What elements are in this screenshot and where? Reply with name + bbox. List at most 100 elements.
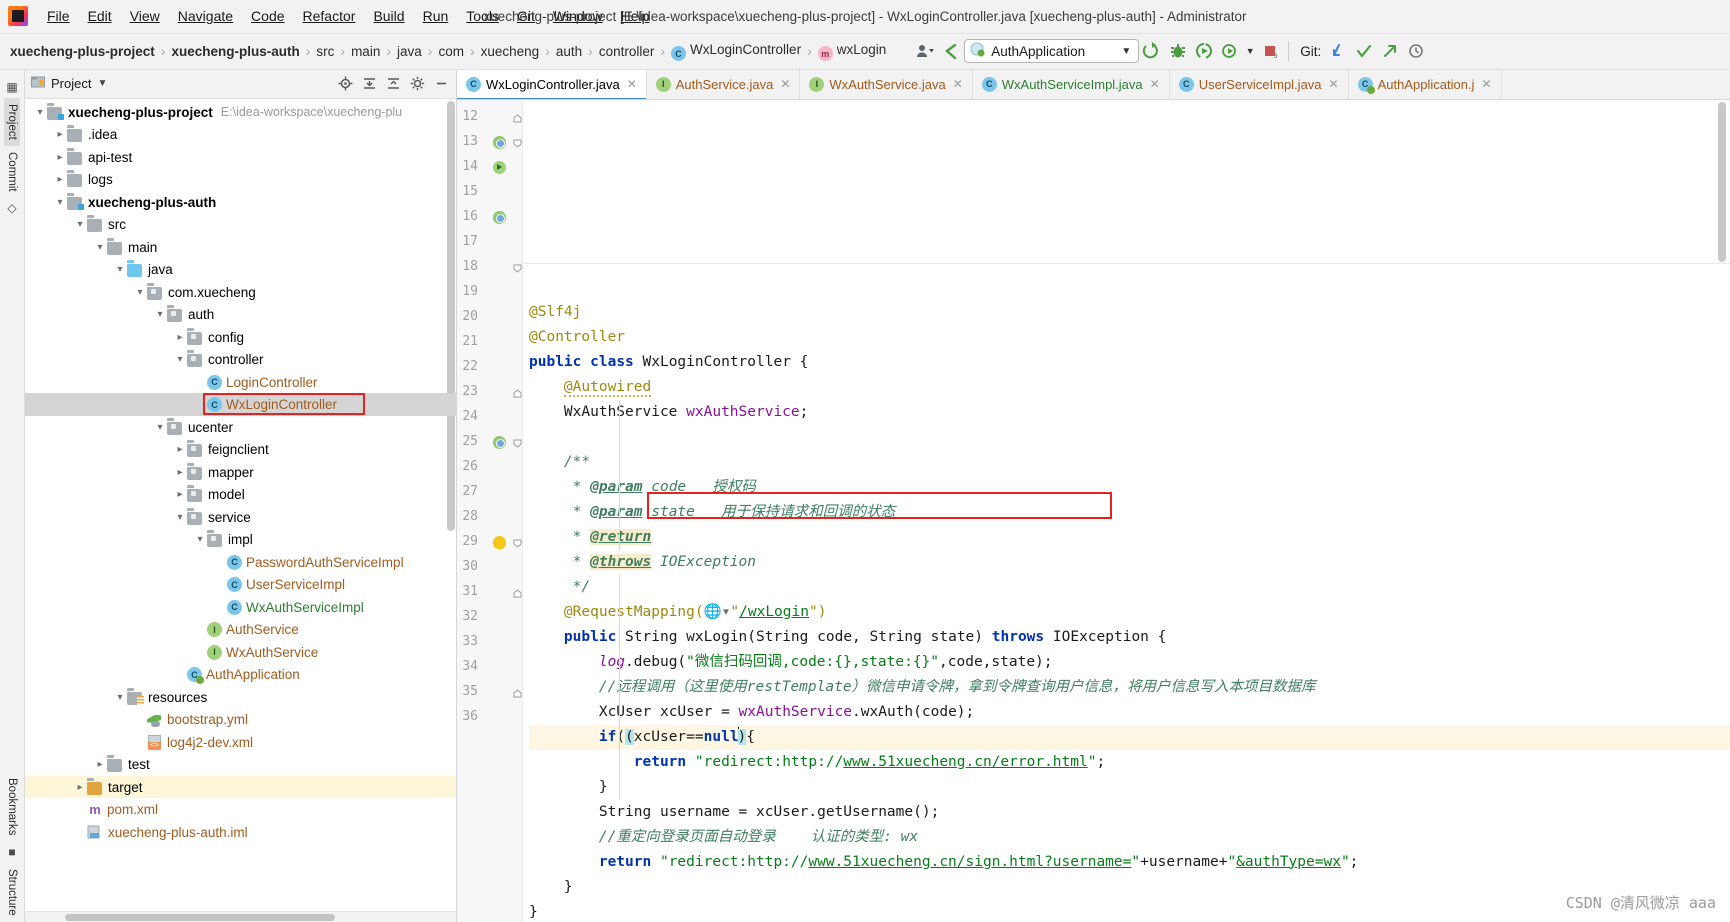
editor-scrollbar[interactable] [1718, 101, 1726, 262]
code-line-26[interactable]: log.debug("微信扫码回调,code:{},state:{}",code… [529, 650, 1730, 675]
editor-tab-wxauthserviceimpl-java[interactable]: C WxAuthServiceImpl.java ✕ [972, 69, 1170, 99]
code-line-16[interactable]: WxAuthService wxAuthService; [529, 400, 1730, 425]
gutter-spring-bean-icon[interactable] [493, 435, 507, 450]
tree-arrow-expanded[interactable]: ▾ [153, 422, 167, 433]
editor-gutter[interactable]: 12 13 14 15 16 17 18 19 20 21 22 23 24 25 26 27 28 29 30 31… [457, 99, 523, 922]
tree-node-auth[interactable]: ▾ auth [25, 303, 456, 326]
code-line-14[interactable]: public class WxLoginController { [529, 350, 1730, 375]
main-menu[interactable]: File Edit View Navigate Code Refactor Bu… [38, 4, 658, 28]
breadcrumb-item-main[interactable]: main [347, 42, 384, 61]
breadcrumb-item-auth[interactable]: auth [552, 42, 586, 61]
menu-build[interactable]: Build [364, 4, 413, 28]
code-line-15[interactable]: @Autowired [529, 375, 1730, 400]
code-line-24[interactable]: @RequestMapping(🌐▾"/wxLogin") [529, 600, 1730, 625]
menu-file[interactable]: File [38, 4, 79, 28]
tree-arrow-collapsed[interactable]: ▸ [173, 467, 187, 478]
editor-tab-authapplication-j[interactable]: C AuthApplication.j ✕ [1348, 69, 1502, 99]
editor-tab-authservice-java[interactable]: I AuthService.java ✕ [646, 69, 801, 99]
menu-window[interactable]: Window [544, 4, 612, 28]
tree-arrow-expanded[interactable]: ▾ [53, 197, 67, 208]
bookmark-square-icon[interactable]: ■ [8, 845, 15, 859]
fold-end-icon[interactable] [513, 114, 522, 123]
update-project-icon[interactable] [1325, 39, 1351, 63]
breadcrumb-item-com[interactable]: com [434, 42, 468, 61]
tree-node--idea[interactable]: ▸ .idea [25, 123, 456, 146]
code-line-34[interactable]: return "redirect:http://www.51xuecheng.c… [529, 850, 1730, 875]
editor-tabs[interactable]: C WxLoginController.java ✕ I AuthService.jav… [457, 69, 1730, 100]
code-line-27[interactable]: //远程调用（这里使用restTemplate）微信申请令牌，拿到令牌查询用户信… [529, 675, 1730, 700]
tree-node-config[interactable]: ▸ config [25, 326, 456, 349]
code-line-33[interactable]: //重定向登录页面自动登录 认证的类型: wx [529, 825, 1730, 850]
tree-node-test[interactable]: ▸ test [25, 753, 456, 776]
tree-arrow-collapsed[interactable]: ▸ [173, 444, 187, 455]
close-icon[interactable]: ✕ [1150, 77, 1160, 91]
code-line-18[interactable]: /** [529, 450, 1730, 475]
debug-icon[interactable] [1165, 39, 1191, 63]
fold-end-icon[interactable] [513, 589, 522, 598]
gutter-run-icon[interactable] [493, 160, 507, 175]
gutter-spring-bean-icon[interactable] [493, 135, 507, 150]
close-icon[interactable]: ✕ [1481, 77, 1491, 91]
tree-node-log4j2-dev-xml[interactable]: ▸ log4j2-dev.xml [25, 731, 456, 754]
tree-node-xuecheng-plus-project[interactable]: ▾ xuecheng-plus-project E:\idea-workspace\… [25, 101, 456, 124]
code-line-12[interactable]: @Slf4j [529, 300, 1730, 325]
tree-node-xuecheng-plus-auth-iml[interactable]: ▸ xuecheng-plus-auth.iml [25, 821, 456, 844]
code-line-19[interactable]: * @param code 授权码 [529, 475, 1730, 500]
close-icon[interactable]: ✕ [627, 77, 637, 91]
profiler-icon[interactable] [912, 39, 938, 63]
sidebar-item-bookmarks[interactable]: Bookmarks [4, 772, 20, 842]
tree-node-mapper[interactable]: ▸ mapper [25, 461, 456, 484]
tree-node-wxauthserviceimpl[interactable]: ▸CWxAuthServiceImpl [25, 596, 456, 619]
stop-icon[interactable]: 3 [1257, 39, 1283, 63]
tree-node-resources[interactable]: ▾ resources [25, 686, 456, 709]
breadcrumb-item-method[interactable]: m wxLogin [814, 40, 891, 64]
menu-view[interactable]: View [121, 4, 169, 28]
gutter-intention-bulb-icon[interactable] [493, 535, 507, 550]
menu-code[interactable]: Code [242, 4, 293, 28]
tree-node-wxlogincontroller[interactable]: ▸CWxLoginController [25, 393, 456, 416]
editor-tab-userserviceimpl-java[interactable]: C UserServiceImpl.java ✕ [1169, 69, 1349, 99]
code-line-22[interactable]: * @throws IOException [529, 550, 1730, 575]
tree-arrow-collapsed[interactable]: ▸ [53, 152, 67, 163]
tree-arrow-collapsed[interactable]: ▸ [73, 782, 87, 793]
menu-run[interactable]: Run [414, 4, 458, 28]
tree-node-ucenter[interactable]: ▾ ucenter [25, 416, 456, 439]
breadcrumb-item-controller[interactable]: controller [595, 42, 659, 61]
profile-icon[interactable] [1217, 39, 1243, 63]
tree-node-api-test[interactable]: ▸ api-test [25, 146, 456, 169]
tree-node-bootstrap-yml[interactable]: ▸ bootstrap.yml [25, 708, 456, 731]
code-line-29[interactable]: if((xcUser==null){ [529, 724, 1730, 750]
run-icon[interactable] [1139, 39, 1165, 63]
code-line-35[interactable]: } [529, 875, 1730, 900]
fold-start-icon[interactable] [513, 439, 522, 448]
tree-node-target[interactable]: ▸ target [25, 775, 456, 799]
code-line-28[interactable]: XcUser xcUser = wxAuthService.wxAuth(cod… [529, 700, 1730, 725]
tree-node-logs[interactable]: ▸ logs [25, 168, 456, 191]
tree-node-main[interactable]: ▾ main [25, 236, 456, 259]
tree-node-impl[interactable]: ▾ impl [25, 528, 456, 551]
commit-icon[interactable] [1351, 39, 1377, 63]
tree-arrow-expanded[interactable]: ▾ [153, 309, 167, 320]
code-line-31[interactable]: } [529, 775, 1730, 800]
breadcrumb-item-xuecheng[interactable]: xuecheng [477, 42, 544, 61]
tree-node-authservice[interactable]: ▸IAuthService [25, 618, 456, 641]
tree-node-model[interactable]: ▸ model [25, 483, 456, 506]
close-icon[interactable]: ✕ [953, 77, 963, 91]
tree-arrow-expanded[interactable]: ▾ [93, 242, 107, 253]
gutter-spring-bean-icon[interactable] [493, 210, 507, 225]
tree-arrow-collapsed[interactable]: ▸ [173, 489, 187, 500]
code-editor[interactable]: 12 13 14 15 16 17 18 19 20 21 22 23 24 25 26 27 28 29 30 31… [457, 99, 1730, 922]
tree-arrow-collapsed[interactable]: ▸ [173, 332, 187, 343]
breadcrumb-item-java[interactable]: java [393, 42, 426, 61]
sidebar-item-commit[interactable]: Commit [4, 146, 20, 198]
code-line-30[interactable]: return "redirect:http://www.51xuecheng.c… [529, 750, 1730, 775]
project-structure-icon[interactable]: ▦ [6, 80, 17, 94]
hide-icon[interactable] [430, 73, 452, 95]
tree-node-xuecheng-plus-auth[interactable]: ▾ xuecheng-plus-auth [25, 191, 456, 214]
gear-icon[interactable] [406, 73, 428, 95]
fold-start-icon[interactable] [513, 139, 522, 148]
project-horizontal-scrollbar[interactable] [25, 911, 456, 922]
menu-tools[interactable]: Tools [457, 4, 508, 28]
tree-node-passwordauthserviceimpl[interactable]: ▸CPasswordAuthServiceImpl [25, 551, 456, 574]
sidebar-item-project[interactable]: Project [4, 97, 20, 146]
